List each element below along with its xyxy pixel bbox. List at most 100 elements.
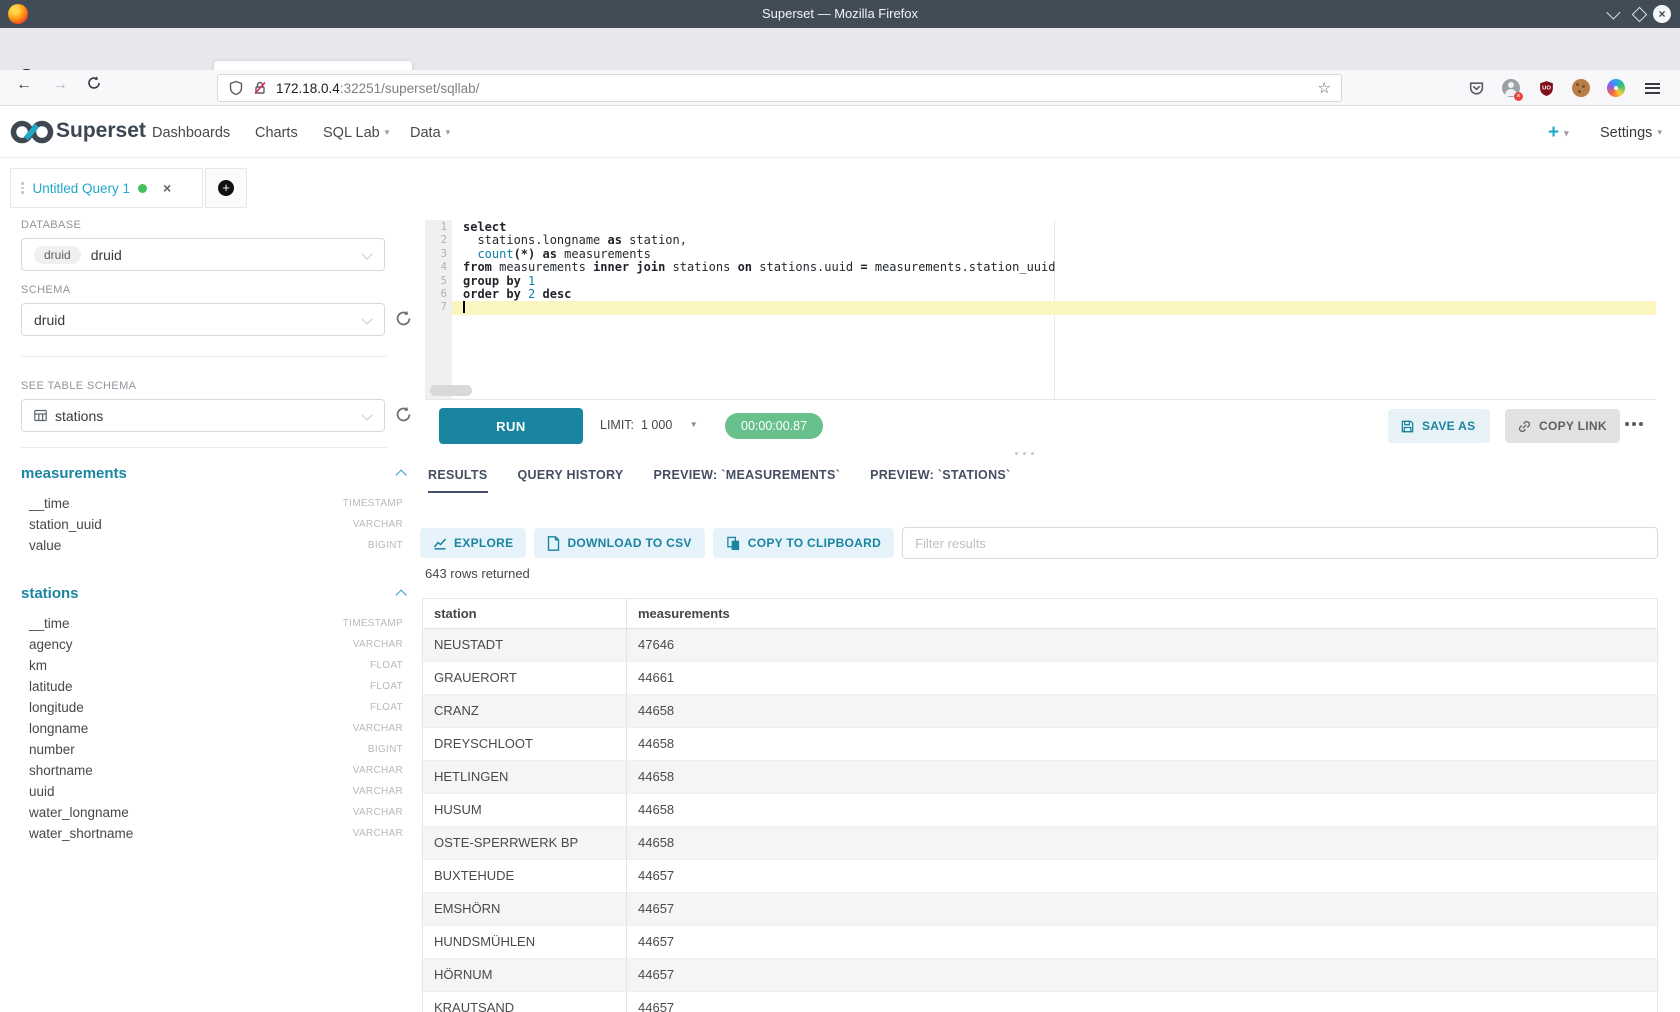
column-row[interactable]: __timeTIMESTAMP [21, 493, 403, 514]
column-row[interactable]: kmFLOAT [21, 655, 403, 676]
limit-dropdown[interactable]: LIMIT: 1 000 ▼ [600, 418, 698, 432]
code-line[interactable] [452, 301, 1656, 314]
tab-preview-measurements[interactable]: PREVIEW: `MEASUREMENTS` [654, 468, 841, 493]
editor-code[interactable]: select stations.longname as station, cou… [452, 220, 1656, 399]
column-row[interactable]: longnameVARCHAR [21, 718, 403, 739]
table-row[interactable]: EMSHÖRN44657 [423, 893, 1657, 926]
bookmark-star-icon[interactable]: ☆ [1318, 79, 1331, 97]
code-line[interactable]: select [452, 221, 1656, 234]
table-row[interactable]: GRAUERORT44661 [423, 662, 1657, 695]
menu-icon[interactable] [1642, 78, 1662, 98]
shield-icon[interactable] [228, 80, 244, 96]
code-line[interactable]: group by 1 [452, 275, 1656, 288]
table-row[interactable]: KRAUTSAND44657 [423, 992, 1657, 1012]
table-group-header[interactable]: measurements [21, 460, 403, 486]
table-row[interactable]: CRANZ44658 [423, 695, 1657, 728]
column-row[interactable]: numberBIGINT [21, 739, 403, 760]
column-header-station[interactable]: station [423, 599, 627, 628]
cell-measurements: 44657 [627, 893, 1657, 925]
nav-link-charts[interactable]: Charts [255, 125, 298, 141]
url-bar[interactable]: 172.18.0.4:32251/superset/sqllab/ ☆ [217, 74, 1342, 102]
query-tab-close-icon[interactable]: × [163, 180, 171, 196]
sql-token [535, 247, 542, 261]
column-row[interactable]: agencyVARCHAR [21, 634, 403, 655]
caret-down-icon: ▼ [690, 420, 698, 429]
column-row[interactable]: valueBIGINT [21, 535, 403, 556]
filter-results-input[interactable] [902, 527, 1658, 559]
column-row[interactable]: latitudeFLOAT [21, 676, 403, 697]
refresh-schema-button[interactable] [394, 309, 414, 329]
code-line[interactable]: from measurements inner join stations on… [452, 261, 1656, 274]
table-group-header[interactable]: stations [21, 580, 403, 606]
column-type: VARCHAR [353, 519, 403, 530]
download-csv-button[interactable]: DOWNLOAD TO CSV [534, 528, 704, 558]
pocket-icon[interactable] [1466, 78, 1486, 98]
chevron-up-icon[interactable] [395, 469, 406, 480]
copy-link-button[interactable]: COPY LINK [1505, 409, 1620, 443]
table-row[interactable]: NEUSTADT47646 [423, 629, 1657, 662]
more-options-icon[interactable] [1625, 422, 1643, 426]
pane-resize-handle[interactable] [1015, 452, 1034, 455]
table-row[interactable]: HETLINGEN44658 [423, 761, 1657, 794]
column-type: VARCHAR [353, 786, 403, 797]
code-line[interactable]: order by 2 desc [452, 288, 1656, 301]
chevron-up-icon[interactable] [395, 589, 406, 600]
copy-clipboard-button[interactable]: COPY TO CLIPBOARD [713, 528, 894, 558]
editor-hscrollbar-thumb[interactable] [430, 385, 472, 396]
account-extension-icon[interactable] [1501, 78, 1521, 98]
tab-query-history[interactable]: QUERY HISTORY [518, 468, 624, 493]
lock-disabled-icon[interactable] [252, 80, 268, 96]
column-row[interactable]: water_shortnameVARCHAR [21, 823, 403, 844]
refresh-tables-button[interactable] [394, 405, 414, 425]
table-row[interactable]: BUXTEHUDE44657 [423, 860, 1657, 893]
schema-select[interactable]: druid [21, 303, 385, 336]
back-button[interactable]: ← [16, 76, 32, 94]
reload-button[interactable] [86, 75, 102, 91]
add-query-tab-button[interactable]: + [205, 168, 247, 208]
cookie-extension-icon[interactable] [1571, 78, 1591, 98]
sql-token: 1 [528, 274, 535, 288]
brand-name[interactable]: Superset [56, 119, 146, 143]
code-line[interactable]: stations.longname as station, [452, 234, 1656, 247]
ublock-icon[interactable]: UO [1536, 78, 1556, 98]
tab-preview-stations[interactable]: PREVIEW: `STATIONS` [870, 468, 1010, 493]
window-maximize-button[interactable] [1634, 5, 1645, 23]
column-row[interactable]: longitudeFLOAT [21, 697, 403, 718]
table-row[interactable]: HUNDSMÜHLEN44657 [423, 926, 1657, 959]
window-minimize-button[interactable] [1607, 5, 1617, 23]
column-row[interactable]: __timeTIMESTAMP [21, 613, 403, 634]
column-row[interactable]: shortnameVARCHAR [21, 760, 403, 781]
sql-editor[interactable]: 1234567 select stations.longname as stat… [425, 220, 1656, 400]
query-tab[interactable]: Untitled Query 1 × [10, 168, 203, 208]
sql-token: from [463, 260, 492, 274]
table-row[interactable]: HUSUM44658 [423, 794, 1657, 827]
results-table[interactable]: station measurements NEUSTADT47646GRAUER… [422, 598, 1658, 1012]
table-row[interactable]: DREYSCHLOOT44658 [423, 728, 1657, 761]
star-extension-icon[interactable] [1606, 78, 1626, 98]
forward-button[interactable]: → [52, 76, 68, 94]
table-schema-select[interactable]: stations [21, 399, 385, 432]
table-row[interactable]: OSTE-SPERRWERK BP44658 [423, 827, 1657, 860]
elapsed-time-badge: 00:00:00.87 [725, 413, 823, 439]
tab-results[interactable]: RESULTS [428, 468, 488, 493]
sql-token: on [738, 260, 752, 274]
column-header-measurements[interactable]: measurements [627, 599, 1657, 628]
column-row[interactable]: water_longnameVARCHAR [21, 802, 403, 823]
column-type: VARCHAR [353, 639, 403, 650]
settings-menu[interactable]: Settings▾ [1600, 125, 1662, 141]
nav-link-sql-lab[interactable]: SQL Lab▾ [323, 125, 389, 141]
nav-link-dashboards[interactable]: Dashboards [152, 125, 230, 141]
code-line[interactable]: count(*) as measurements [452, 248, 1656, 261]
chevron-down-icon [361, 313, 372, 324]
run-button[interactable]: RUN [439, 408, 583, 444]
column-row[interactable]: uuidVARCHAR [21, 781, 403, 802]
database-select[interactable]: druid druid [21, 238, 385, 271]
explore-button[interactable]: EXPLORE [420, 528, 526, 558]
nav-link-data[interactable]: Data▾ [410, 125, 450, 141]
column-row[interactable]: station_uuidVARCHAR [21, 514, 403, 535]
save-as-button[interactable]: SAVE AS [1388, 409, 1490, 443]
table-row[interactable]: HÖRNUM44657 [423, 959, 1657, 992]
add-new-button[interactable]: +▾ [1548, 122, 1569, 144]
drag-handle-icon[interactable] [21, 182, 24, 194]
window-close-button[interactable]: × [1653, 5, 1671, 23]
